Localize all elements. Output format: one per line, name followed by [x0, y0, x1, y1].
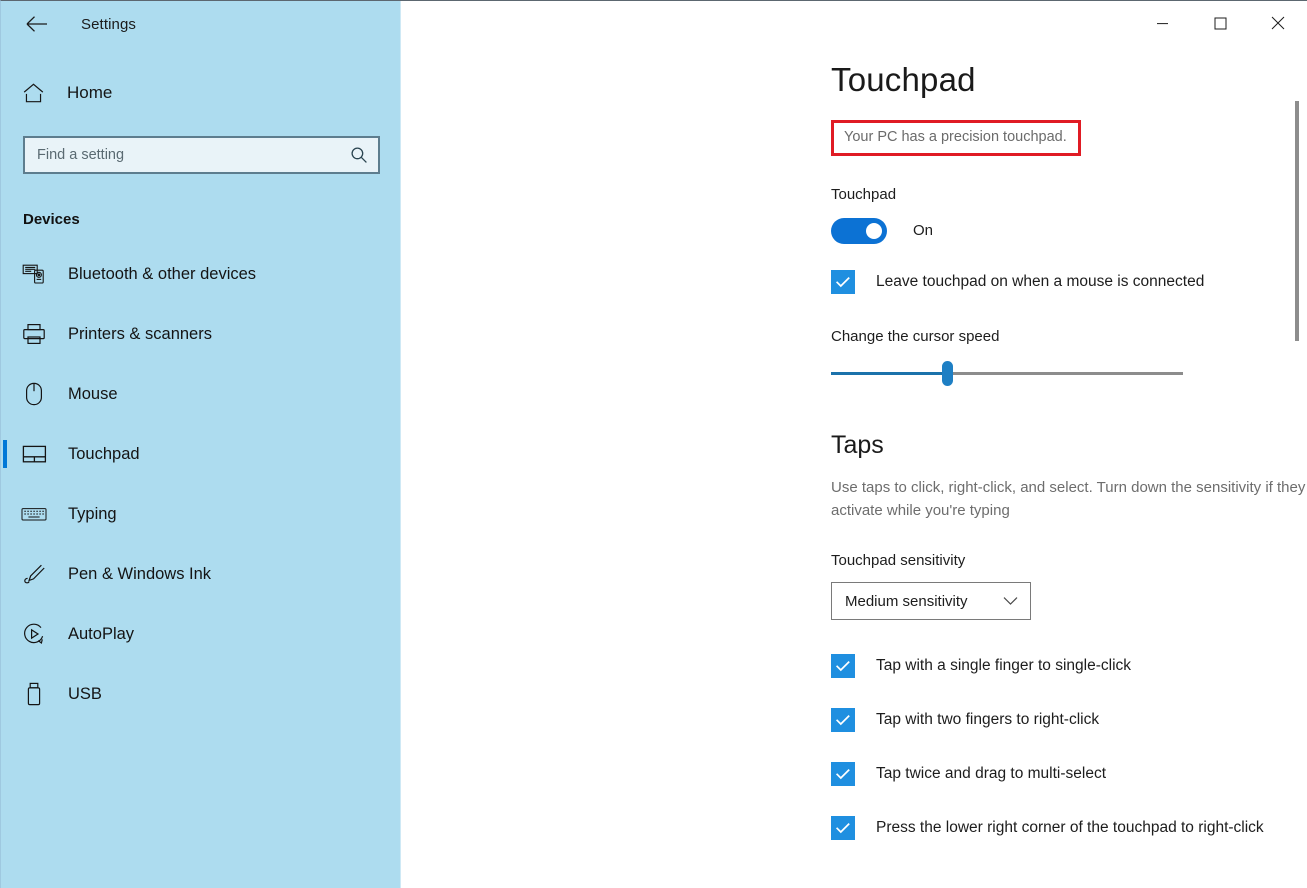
taps-section-description: Use taps to click, right-click, and sele…: [831, 478, 1306, 519]
chevron-down-icon[interactable]: [1003, 596, 1018, 606]
sidebar-item-label: Pen & Windows Ink: [68, 564, 212, 583]
touchpad-sensitivity-dropdown[interactable]: Medium sensitivity: [831, 582, 1031, 620]
sidebar-item-touchpad[interactable]: Touchpad: [1, 424, 400, 484]
tap-twice-drag-checkbox[interactable]: [831, 762, 855, 786]
keyboard-icon: [17, 499, 51, 529]
bluetooth-devices-icon: [17, 259, 51, 289]
sidebar-item-usb[interactable]: USB: [1, 664, 400, 724]
selection-accent-bar: [3, 440, 7, 468]
settings-window: Settings Home Devices: [0, 0, 1307, 888]
sidebar-nav-list: Bluetooth & other devices Printers & sca…: [1, 244, 400, 724]
settings-panel: Touchpad Your PC has a precision touchpa…: [401, 1, 1307, 840]
sidebar-item-label: Printers & scanners: [68, 324, 212, 343]
taps-section-heading: Taps: [831, 430, 884, 459]
sidebar-item-mouse[interactable]: Mouse: [1, 364, 400, 424]
sidebar-item-bluetooth-other-devices[interactable]: Bluetooth & other devices: [1, 244, 400, 304]
sidebar-item-label: Mouse: [68, 384, 118, 403]
tap-option-label: Press the lower right corner of the touc…: [876, 819, 1264, 836]
sidebar-group-title: Devices: [23, 211, 80, 228]
sidebar-item-label: AutoPlay: [68, 624, 135, 643]
touchpad-toggle-row: On: [831, 217, 1307, 244]
press-lower-right-corner-checkbox[interactable]: [831, 816, 855, 840]
tap-option-label: Tap with a single finger to single-click: [876, 657, 1132, 674]
sidebar-item-typing[interactable]: Typing: [1, 484, 400, 544]
touchpad-toggle-state: On: [913, 222, 934, 239]
search-input[interactable]: [37, 147, 350, 163]
maximize-icon[interactable]: [1191, 1, 1249, 45]
leave-touchpad-on-checkbox[interactable]: [831, 269, 855, 294]
touchpad-toggle[interactable]: [831, 217, 887, 244]
cursor-speed-label: Change the cursor speed: [831, 327, 1000, 345]
autoplay-icon: [17, 619, 51, 649]
touchpad-toggle-label: Touchpad: [831, 185, 897, 203]
vertical-scrollbar[interactable]: [1291, 45, 1303, 888]
sidebar-item-label: Typing: [68, 504, 117, 523]
leave-touchpad-on-row[interactable]: Leave touchpad on when a mouse is connec…: [831, 269, 1307, 294]
sidebar-item-label: USB: [68, 684, 102, 703]
search-box[interactable]: [23, 136, 380, 174]
sidebar-item-home[interactable]: Home: [1, 72, 400, 114]
back-arrow-icon[interactable]: [15, 8, 59, 40]
slider-fill: [831, 371, 948, 375]
minimize-icon[interactable]: [1133, 1, 1191, 45]
toggle-knob: [866, 222, 882, 239]
tap-option-label: Tap with two fingers to right-click: [876, 711, 1100, 728]
close-icon[interactable]: [1249, 1, 1307, 45]
app-title: Settings: [81, 15, 136, 33]
touchpad-icon: [17, 439, 51, 469]
home-icon: [17, 77, 49, 109]
tap-twice-drag-row[interactable]: Tap twice and drag to multi-select: [831, 762, 1307, 786]
tap-single-finger-row[interactable]: Tap with a single finger to single-click: [831, 654, 1307, 678]
title-bar-left: Settings: [1, 1, 400, 47]
touchpad-sensitivity-value: Medium sensitivity: [845, 592, 968, 610]
slider-thumb[interactable]: [942, 360, 954, 386]
sidebar-item-label-home: Home: [67, 83, 113, 102]
tap-two-fingers-row[interactable]: Tap with two fingers to right-click: [831, 708, 1307, 732]
usb-icon: [17, 679, 51, 709]
tap-single-finger-checkbox[interactable]: [831, 654, 855, 678]
tap-option-label: Tap twice and drag to multi-select: [876, 765, 1107, 782]
cursor-speed-slider[interactable]: [831, 359, 1183, 387]
mouse-icon: [17, 379, 51, 409]
search-icon[interactable]: [350, 146, 368, 164]
sidebar-item-label: Touchpad: [68, 444, 140, 463]
window-controls: [1133, 1, 1307, 45]
precision-touchpad-notice: Your PC has a precision touchpad.: [831, 120, 1081, 156]
scrollbar-thumb[interactable]: [1295, 101, 1299, 341]
sidebar: Settings Home Devices: [1, 1, 401, 888]
main-content: Touchpad Your PC has a precision touchpa…: [401, 1, 1307, 888]
sidebar-item-printers-scanners[interactable]: Printers & scanners: [1, 304, 400, 364]
touchpad-sensitivity-label: Touchpad sensitivity: [831, 552, 966, 569]
tap-two-fingers-checkbox[interactable]: [831, 708, 855, 732]
sidebar-item-autoplay[interactable]: AutoPlay: [1, 604, 400, 664]
page-title: Touchpad: [831, 61, 976, 98]
leave-touchpad-on-label: Leave touchpad on when a mouse is connec…: [876, 272, 1205, 290]
sidebar-item-label: Bluetooth & other devices: [68, 264, 257, 283]
press-lower-right-corner-row[interactable]: Press the lower right corner of the touc…: [831, 816, 1307, 840]
precision-touchpad-notice-text: Your PC has a precision touchpad.: [844, 129, 1067, 145]
pen-icon: [17, 559, 51, 589]
sidebar-item-pen-windows-ink[interactable]: Pen & Windows Ink: [1, 544, 400, 604]
printer-icon: [17, 319, 51, 349]
